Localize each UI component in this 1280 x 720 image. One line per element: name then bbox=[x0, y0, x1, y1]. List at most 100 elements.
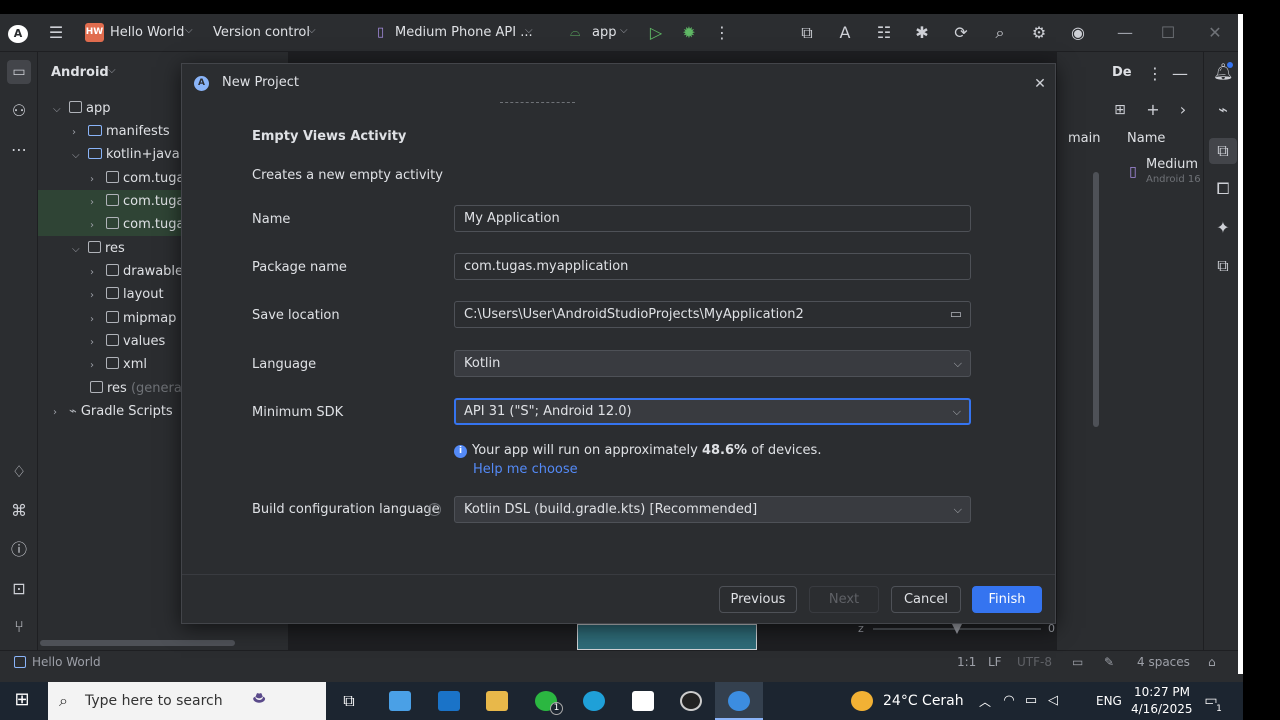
device-explorer-icon[interactable]: ⧠ bbox=[1213, 181, 1233, 197]
vertical-scrollbar[interactable] bbox=[1093, 172, 1099, 427]
previous-button[interactable]: Previous bbox=[719, 586, 797, 613]
problems-icon[interactable]: ⓘ bbox=[9, 542, 29, 558]
grid-icon[interactable]: ⊞ bbox=[1110, 102, 1130, 118]
tree-item-layout[interactable]: › layout bbox=[90, 283, 164, 306]
tree-item-manifests[interactable]: › manifests bbox=[72, 120, 170, 143]
git-icon[interactable]: ⑂ bbox=[9, 619, 29, 635]
line-separator[interactable]: LF bbox=[988, 655, 1002, 669]
network-icon[interactable]: ◠ bbox=[999, 693, 1019, 709]
clock-time[interactable]: 10:27 PM bbox=[1134, 685, 1190, 699]
tree-item-xml[interactable]: › xml bbox=[90, 353, 147, 376]
build-config-dropdown[interactable]: Kotlin DSL (build.gradle.kts) [Recommend… bbox=[454, 496, 971, 523]
maximize-icon[interactable]: ☐ bbox=[1158, 25, 1178, 41]
minimize-panel-icon[interactable]: — bbox=[1170, 66, 1190, 82]
structure-icon[interactable]: ⚇ bbox=[9, 103, 29, 119]
battery-icon[interactable]: ▭ bbox=[1021, 693, 1041, 709]
status-project-name[interactable]: Hello World bbox=[32, 655, 101, 669]
screen: A ☰ HW Hello World ⌵ Version control ⌵ ▯… bbox=[0, 0, 1280, 720]
taskbar-search-box[interactable]: ⌕ Type here to search 🎩︎ bbox=[48, 682, 326, 720]
file-encoding[interactable]: UTF-8 bbox=[1017, 655, 1052, 669]
debug-icon[interactable]: ✹ bbox=[679, 25, 699, 41]
capcut-icon[interactable] bbox=[632, 691, 654, 711]
tree-item-package[interactable]: › com.tuga bbox=[90, 190, 184, 213]
tree-item-package[interactable]: › com.tuga bbox=[90, 167, 184, 190]
gear-icon[interactable]: ⚙ bbox=[1029, 25, 1049, 41]
add-icon[interactable]: + bbox=[1143, 102, 1163, 118]
store-icon[interactable] bbox=[389, 691, 411, 711]
translate-icon[interactable]: A bbox=[835, 25, 855, 41]
lock-icon[interactable]: ⌂ bbox=[1208, 655, 1216, 669]
tree-item-drawable[interactable]: › drawable bbox=[90, 260, 183, 283]
more-horizontal-icon[interactable]: ⋯ bbox=[9, 142, 29, 158]
obs-icon[interactable] bbox=[680, 691, 702, 711]
windows-start-icon[interactable]: ⊞ bbox=[12, 691, 32, 709]
more-vertical-icon[interactable]: ⋮ bbox=[1145, 66, 1165, 82]
device-name[interactable]: Medium P bbox=[1146, 157, 1210, 172]
emulator-icon[interactable]: ⧉ bbox=[1213, 258, 1233, 274]
close-window-icon[interactable]: ✕ bbox=[1205, 25, 1225, 41]
pin-icon[interactable]: ✎ bbox=[1104, 655, 1114, 669]
build-variants-icon[interactable]: ☷ bbox=[874, 25, 894, 41]
project-view-selector[interactable]: Android bbox=[51, 65, 109, 80]
close-icon[interactable]: ✕ bbox=[1030, 76, 1050, 92]
tree-item-package[interactable]: › com.tuga bbox=[90, 213, 184, 236]
browse-folder-icon[interactable]: ▭ bbox=[950, 302, 962, 327]
right-panel-tab[interactable]: De bbox=[1112, 65, 1132, 80]
readonly-icon[interactable]: ▭ bbox=[1072, 655, 1083, 669]
finish-button[interactable]: Finish bbox=[972, 586, 1042, 613]
horizontal-scrollbar[interactable] bbox=[40, 640, 235, 646]
cancel-button[interactable]: Cancel bbox=[891, 586, 961, 613]
help-icon[interactable]: ? bbox=[428, 503, 441, 516]
language-dropdown[interactable]: Kotlin ⌵ bbox=[454, 350, 971, 377]
tree-item-app[interactable]: ⌵ app bbox=[53, 97, 110, 120]
device-manager-icon[interactable]: ⧉ bbox=[797, 25, 817, 41]
logcat-icon[interactable]: ⌘ bbox=[9, 503, 29, 519]
next-button[interactable]: Next bbox=[809, 586, 879, 613]
chevron-up-icon[interactable]: ︿ bbox=[975, 694, 995, 710]
minimum-sdk-value: API 31 ("S"; Android 12.0) bbox=[464, 404, 632, 419]
terminal-icon[interactable]: ⊡ bbox=[9, 581, 29, 597]
project-folder-icon[interactable]: ▭ bbox=[7, 60, 31, 84]
minimum-sdk-dropdown[interactable]: API 31 ("S"; Android 12.0) ⌵ bbox=[454, 398, 971, 425]
save-location-field[interactable]: C:\Users\User\AndroidStudioProjects\MyAp… bbox=[454, 301, 971, 328]
help-me-choose-link[interactable]: Help me choose bbox=[473, 462, 578, 477]
gradle-icon[interactable]: ⌁ bbox=[1213, 102, 1233, 118]
indent-setting[interactable]: 4 spaces bbox=[1137, 655, 1190, 669]
account-icon[interactable]: ◉ bbox=[1068, 25, 1088, 41]
input-language[interactable]: ENG bbox=[1096, 694, 1122, 708]
cursor-position[interactable]: 1:1 bbox=[957, 655, 976, 669]
android-studio-taskbar-icon[interactable] bbox=[728, 691, 750, 711]
search-icon[interactable]: ⌕ bbox=[990, 25, 1010, 41]
gem-icon[interactable]: ♢ bbox=[9, 464, 29, 480]
clock-date[interactable]: 4/16/2025 bbox=[1131, 702, 1193, 716]
weather-text[interactable]: 24°C Cerah bbox=[883, 693, 964, 709]
sync-icon[interactable]: ⟳ bbox=[951, 25, 971, 41]
run-config-selector[interactable]: app bbox=[592, 25, 616, 40]
run-icon[interactable]: ▷ bbox=[646, 25, 666, 41]
package-name-field[interactable]: com.tugas.myapplication bbox=[454, 253, 971, 280]
running-devices-icon[interactable]: ⧉ bbox=[1209, 138, 1237, 164]
volume-icon[interactable]: ◁ bbox=[1043, 693, 1063, 709]
edge-icon[interactable] bbox=[583, 691, 605, 711]
device-selector[interactable]: Medium Phone API ... bbox=[395, 25, 533, 40]
bug-icon[interactable]: ✱ bbox=[912, 25, 932, 41]
main-menu-icon[interactable]: ☰ bbox=[46, 25, 66, 41]
file-explorer-icon[interactable] bbox=[486, 691, 508, 711]
chevron-right-icon[interactable]: › bbox=[1173, 102, 1193, 118]
more-vertical-icon[interactable]: ⋮ bbox=[712, 25, 732, 41]
minimize-icon[interactable]: — bbox=[1115, 25, 1135, 41]
name-field[interactable]: My Application bbox=[454, 205, 971, 232]
tree-item-mipmap[interactable]: › mipmap bbox=[90, 307, 176, 330]
project-selector[interactable]: Hello World bbox=[110, 25, 184, 40]
notification-dot bbox=[1227, 62, 1233, 68]
outlook-icon[interactable] bbox=[438, 691, 460, 711]
vcs-menu[interactable]: Version control bbox=[213, 25, 310, 40]
gemini-icon[interactable]: ✦ bbox=[1213, 220, 1233, 236]
tree-item-values[interactable]: › values bbox=[90, 330, 165, 353]
tree-item-res-generated[interactable]: res (generate bbox=[90, 377, 195, 400]
task-view-icon[interactable]: ⧉ bbox=[339, 693, 359, 709]
tree-item-kotlin-java[interactable]: ⌵ kotlin+java bbox=[72, 143, 180, 166]
tree-item-res[interactable]: ⌵ res bbox=[72, 237, 125, 260]
tree-item-gradle-scripts[interactable]: › ⌁ Gradle Scripts bbox=[53, 400, 173, 423]
save-location-label: Save location bbox=[252, 308, 340, 323]
